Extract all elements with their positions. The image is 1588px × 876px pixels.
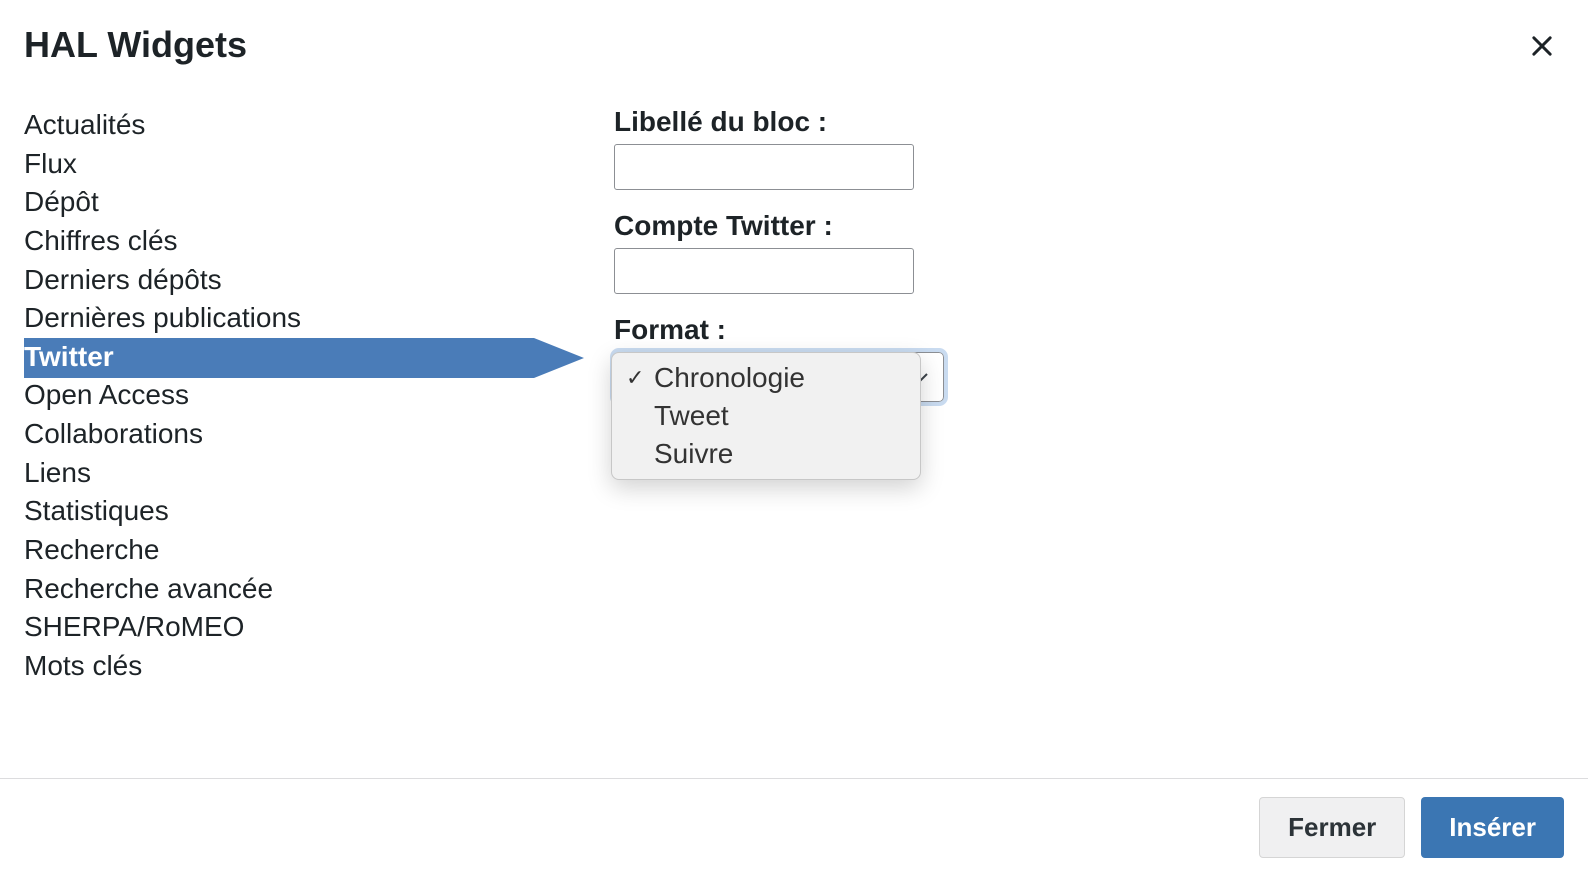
- sidebar-item-statistiques[interactable]: Statistiques: [24, 492, 584, 531]
- block-label-input[interactable]: [614, 144, 914, 190]
- sidebar-item-recherche[interactable]: Recherche: [24, 531, 584, 570]
- block-label: Libellé du bloc :: [614, 106, 1564, 138]
- sidebar-item-label: Statistiques: [24, 495, 169, 526]
- dropdown-item-label: Chronologie: [654, 362, 805, 393]
- sidebar-item-label: Dépôt: [24, 186, 99, 217]
- form-group-twitter: Compte Twitter :: [614, 210, 1564, 294]
- form-area: Libellé du bloc : Compte Twitter : Forma…: [584, 106, 1564, 778]
- modal-body: Actualités Flux Dépôt Chiffres clés Dern…: [0, 66, 1588, 778]
- sidebar-item-derniers-depots[interactable]: Derniers dépôts: [24, 261, 584, 300]
- sidebar-item-label: Collaborations: [24, 418, 203, 449]
- sidebar-item-label: Actualités: [24, 109, 145, 140]
- sidebar-item-actualites[interactable]: Actualités: [24, 106, 584, 145]
- widget-sidebar: Actualités Flux Dépôt Chiffres clés Dern…: [24, 106, 584, 778]
- dropdown-item-label: Tweet: [654, 400, 729, 431]
- format-dropdown: Chronologie Tweet Suivre: [611, 352, 921, 480]
- form-group-block-label: Libellé du bloc :: [614, 106, 1564, 190]
- sidebar-item-label: Mots clés: [24, 650, 142, 681]
- sidebar-item-label: Twitter: [24, 341, 114, 372]
- sidebar-item-chiffres-cles[interactable]: Chiffres clés: [24, 222, 584, 261]
- sidebar-item-flux[interactable]: Flux: [24, 145, 584, 184]
- dropdown-item-tweet[interactable]: Tweet: [612, 397, 920, 435]
- format-label: Format :: [614, 314, 1564, 346]
- sidebar-item-depot[interactable]: Dépôt: [24, 183, 584, 222]
- insert-button[interactable]: Insérer: [1421, 797, 1564, 858]
- close-button[interactable]: [1520, 24, 1564, 68]
- modal-title: HAL Widgets: [24, 24, 1564, 66]
- sidebar-item-label: Derniers dépôts: [24, 264, 222, 295]
- modal-header: HAL Widgets: [0, 0, 1588, 66]
- format-select-container: Chronologie Tweet Suivre: [614, 352, 944, 402]
- sidebar-item-label: Flux: [24, 148, 77, 179]
- sidebar-item-sherpa-romeo[interactable]: SHERPA/RoMEO: [24, 608, 584, 647]
- sidebar-item-label: Recherche: [24, 534, 159, 565]
- sidebar-item-label: Open Access: [24, 379, 189, 410]
- sidebar-item-collaborations[interactable]: Collaborations: [24, 415, 584, 454]
- close-icon: [1528, 32, 1556, 60]
- sidebar-item-label: Recherche avancée: [24, 573, 273, 604]
- sidebar-item-label: Chiffres clés: [24, 225, 178, 256]
- sidebar-item-label: Liens: [24, 457, 91, 488]
- dropdown-item-chronologie[interactable]: Chronologie: [612, 359, 920, 397]
- sidebar-item-label: Dernières publications: [24, 302, 301, 333]
- modal-container: HAL Widgets Actualités Flux Dépôt Chiffr…: [0, 0, 1588, 876]
- dropdown-item-label: Suivre: [654, 438, 733, 469]
- form-group-format: Format : Chronologie Tweet Suivre: [614, 314, 1564, 402]
- sidebar-item-recherche-avancee[interactable]: Recherche avancée: [24, 570, 584, 609]
- sidebar-item-dernieres-publications[interactable]: Dernières publications: [24, 299, 584, 338]
- modal-footer: Fermer Insérer: [0, 778, 1588, 876]
- twitter-account-input[interactable]: [614, 248, 914, 294]
- sidebar-item-open-access[interactable]: Open Access: [24, 376, 584, 415]
- sidebar-item-label: SHERPA/RoMEO: [24, 611, 244, 642]
- twitter-label: Compte Twitter :: [614, 210, 1564, 242]
- dropdown-item-suivre[interactable]: Suivre: [612, 435, 920, 473]
- cancel-button[interactable]: Fermer: [1259, 797, 1405, 858]
- sidebar-item-twitter[interactable]: Twitter: [24, 338, 584, 377]
- sidebar-item-mots-cles[interactable]: Mots clés: [24, 647, 584, 686]
- sidebar-item-liens[interactable]: Liens: [24, 454, 584, 493]
